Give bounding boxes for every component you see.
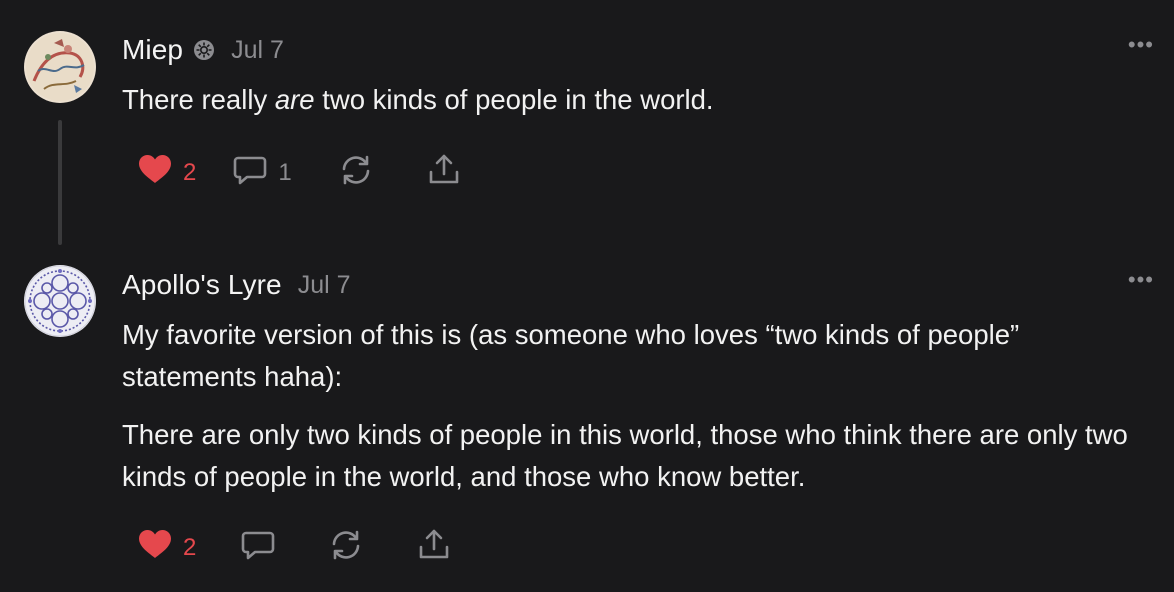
- share-upload-icon: [416, 527, 452, 568]
- post-text-emphasis: are: [274, 84, 315, 115]
- ellipsis-icon[interactable]: •••: [1128, 267, 1154, 293]
- author-name[interactable]: Apollo's Lyre: [122, 269, 282, 301]
- author-name[interactable]: Miep: [122, 34, 183, 66]
- reply-button[interactable]: 1: [232, 152, 292, 193]
- post-body: My favorite version of this is (as someo…: [122, 314, 1174, 498]
- like-button[interactable]: 2: [137, 152, 196, 193]
- post-header: Miep Jul 7: [122, 30, 1174, 70]
- speech-bubble-icon: [240, 527, 276, 568]
- refresh-arrows-icon: [338, 152, 374, 193]
- post-miep: Miep Jul 7 ••• There really are two kind…: [122, 30, 1174, 121]
- like-button[interactable]: 2: [137, 527, 196, 568]
- refresh-arrows-icon: [328, 527, 364, 568]
- like-count: 2: [183, 158, 197, 186]
- speech-bubble-icon: [232, 152, 268, 193]
- share-button[interactable]: [416, 527, 452, 568]
- heart-icon: [137, 152, 173, 193]
- post-date[interactable]: Jul 7: [298, 271, 351, 300]
- gear-badge-icon: [193, 39, 215, 61]
- avatar-apollos-lyre[interactable]: [24, 265, 96, 337]
- restack-button[interactable]: [328, 527, 364, 568]
- thread-connector-line: [58, 120, 62, 245]
- reply-button[interactable]: [240, 527, 276, 568]
- reply-count: 1: [278, 158, 292, 186]
- post-apollos-lyre: Apollo's Lyre Jul 7 ••• My favorite vers…: [122, 265, 1174, 498]
- post-text-part: two kinds of people in the world.: [314, 84, 714, 115]
- post-text-part: There really: [122, 84, 275, 115]
- avatar-miep-image: [24, 31, 96, 103]
- heart-icon: [137, 527, 173, 568]
- post-date[interactable]: Jul 7: [231, 36, 284, 65]
- share-button[interactable]: [426, 152, 462, 193]
- post-paragraph: There are only two kinds of people in th…: [122, 419, 1128, 492]
- ellipsis-icon[interactable]: •••: [1128, 32, 1154, 58]
- avatar-apollos-lyre-image: [24, 265, 96, 337]
- avatar-miep[interactable]: [24, 31, 96, 103]
- post-body: There really are two kinds of people in …: [122, 79, 1174, 121]
- restack-button[interactable]: [338, 152, 374, 193]
- post-header: Apollo's Lyre Jul 7: [122, 265, 1174, 305]
- post-paragraph: My favorite version of this is (as someo…: [122, 319, 1020, 392]
- post-text: There really are two kinds of people in …: [122, 79, 1174, 121]
- share-upload-icon: [426, 152, 462, 193]
- like-count: 2: [183, 533, 197, 561]
- post-actions: 2: [137, 527, 452, 568]
- post-actions: 2 1: [137, 152, 462, 193]
